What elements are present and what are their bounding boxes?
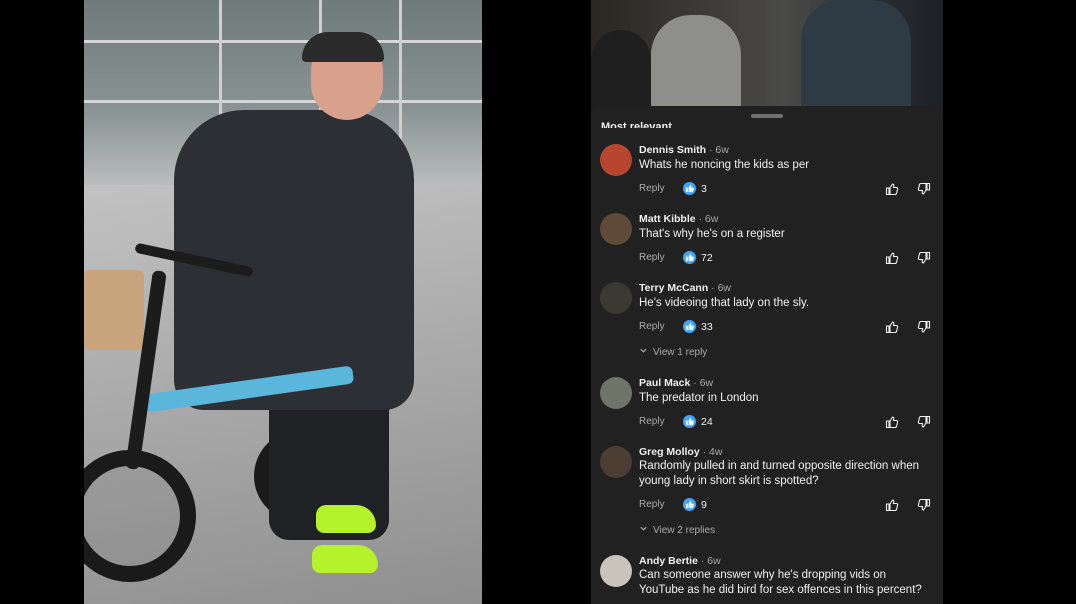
- thumbs-up-icon[interactable]: [885, 498, 899, 517]
- comment-item: Dennis Smith · 6w Whats he noncing the k…: [591, 142, 943, 202]
- author-line: Terry McCann · 6w: [639, 282, 731, 294]
- shoe: [312, 545, 378, 573]
- reply-button[interactable]: Reply: [639, 321, 665, 332]
- wall-divider: [84, 100, 482, 103]
- avatar[interactable]: [600, 213, 632, 245]
- comment-age: · 6w: [698, 213, 719, 225]
- comment-item: Matt Kibble · 6w That's why he's on a re…: [591, 211, 943, 271]
- comment-item: Paul Mack · 6w The predator in London Re…: [591, 375, 943, 435]
- author-line: Andy Bertie · 6w: [639, 555, 721, 567]
- sort-label[interactable]: Most relevant: [601, 117, 672, 128]
- comment-actions: Reply 33: [639, 320, 935, 336]
- comment-actions: Reply 9: [639, 498, 935, 514]
- view-replies-button[interactable]: View 1 reply: [639, 346, 707, 358]
- reply-button[interactable]: Reply: [639, 416, 665, 427]
- like-count: 3: [683, 182, 707, 195]
- shopping-bag: [84, 270, 144, 350]
- avatar[interactable]: [600, 282, 632, 314]
- like-count: 24: [683, 415, 713, 428]
- thumbs-down-icon[interactable]: [917, 320, 931, 339]
- like-count-value: 72: [701, 251, 713, 264]
- author-line: Greg Molloy · 4w: [639, 446, 722, 458]
- comment-age: · 6w: [711, 282, 732, 294]
- video-frame[interactable]: [84, 0, 482, 604]
- drag-handle[interactable]: [751, 114, 783, 118]
- view-replies-label: View 2 replies: [653, 524, 716, 536]
- like-badge-icon: [683, 320, 696, 333]
- comment-text: Randomly pulled in and turned opposite d…: [639, 460, 920, 487]
- author-line: Matt Kibble · 6w: [639, 213, 718, 225]
- author-name[interactable]: Dennis Smith: [639, 144, 706, 156]
- thumbs-up-icon[interactable]: [885, 320, 899, 339]
- comment-age: · 4w: [702, 446, 723, 458]
- thumbs-up-icon[interactable]: [885, 415, 899, 434]
- comment-actions: Reply 24: [639, 415, 935, 431]
- comment-age: · 6w: [709, 144, 729, 156]
- author-name[interactable]: Paul Mack: [639, 377, 690, 389]
- avatar[interactable]: [600, 446, 632, 478]
- like-badge-icon: [683, 251, 696, 264]
- reply-button[interactable]: Reply: [639, 499, 665, 510]
- chevron-down-icon: [639, 346, 648, 358]
- avatar[interactable]: [600, 144, 632, 176]
- like-count-value: 9: [701, 498, 707, 511]
- like-count: 72: [683, 251, 713, 264]
- comment-age: · 6w: [700, 555, 721, 567]
- comment-age: · 6w: [693, 377, 714, 389]
- like-count-value: 3: [701, 182, 707, 195]
- thumbs-down-icon[interactable]: [917, 498, 931, 517]
- wall-divider: [84, 40, 482, 43]
- comment-text: The predator in London: [639, 392, 759, 404]
- shoe: [316, 505, 376, 533]
- video-figure: [651, 15, 741, 112]
- comments-panel: Most relevant Dennis Smith · 6w Whats he…: [591, 0, 943, 604]
- thumbs-down-icon[interactable]: [917, 182, 931, 201]
- thumbs-up-icon[interactable]: [885, 182, 899, 201]
- comment-item: Greg Molloy · 4w Randomly pulled in and …: [591, 444, 943, 542]
- author-line: Paul Mack · 6w: [639, 377, 713, 389]
- reply-button[interactable]: Reply: [639, 183, 665, 194]
- thumbs-down-icon[interactable]: [917, 415, 931, 434]
- author-name[interactable]: Terry McCann: [639, 282, 708, 294]
- author-name[interactable]: Matt Kibble: [639, 213, 696, 225]
- like-count-value: 33: [701, 320, 713, 333]
- avatar[interactable]: [600, 377, 632, 409]
- like-count-value: 24: [701, 415, 713, 428]
- comments-sheet: Most relevant Dennis Smith · 6w Whats he…: [591, 106, 943, 604]
- comment-text: He's videoing that lady on the sly.: [639, 297, 810, 309]
- comment-item: Terry McCann · 6w He's videoing that lad…: [591, 280, 943, 362]
- comment-text: Whats he noncing the kids as per: [639, 159, 810, 171]
- like-badge-icon: [683, 415, 696, 428]
- comment-actions: Reply 3: [639, 182, 935, 198]
- video-figure: [801, 0, 911, 112]
- like-badge-icon: [683, 498, 696, 511]
- chevron-down-icon: [639, 524, 648, 536]
- thumbs-up-icon[interactable]: [885, 251, 899, 270]
- view-replies-label: View 1 reply: [653, 346, 708, 358]
- comment-text: That's why he's on a register: [639, 228, 785, 240]
- like-count: 33: [683, 320, 713, 333]
- comment-actions: Reply 72: [639, 251, 935, 267]
- video-figure: [591, 30, 651, 112]
- like-count: 9: [683, 498, 707, 511]
- author-line: Dennis Smith · 6w: [639, 144, 729, 156]
- avatar[interactable]: [600, 555, 632, 587]
- mini-video-player[interactable]: [591, 0, 943, 112]
- view-replies-button[interactable]: View 2 replies: [639, 524, 715, 536]
- reply-button[interactable]: Reply: [639, 252, 665, 263]
- like-badge-icon: [683, 182, 696, 195]
- baseball-cap: [302, 32, 384, 62]
- comment-item: Andy Bertie · 6w Can someone answer why …: [591, 553, 943, 604]
- comment-text: Can someone answer why he's dropping vid…: [639, 569, 922, 596]
- thumbs-down-icon[interactable]: [917, 251, 931, 270]
- author-name[interactable]: Andy Bertie: [639, 555, 698, 567]
- author-name[interactable]: Greg Molloy: [639, 446, 700, 458]
